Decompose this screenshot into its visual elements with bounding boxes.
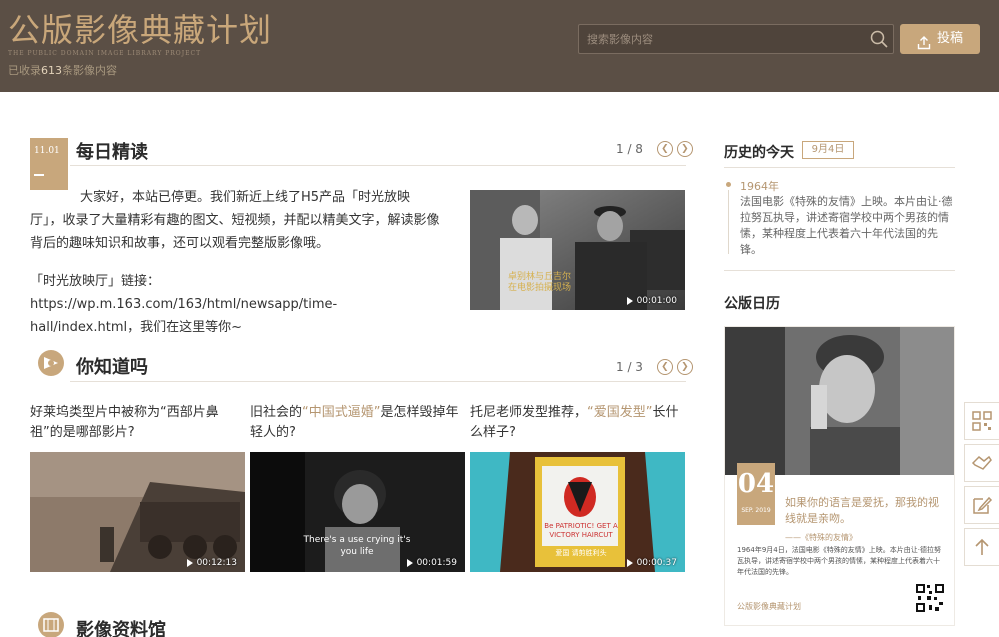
count-prefix: 已收录	[8, 64, 41, 77]
play-icon	[626, 559, 633, 567]
dyk-duration-text: 00:12:13	[196, 558, 237, 568]
daily-video-caption: 卓别林与丘吉尔 在电影拍摄现场	[508, 272, 572, 293]
dyk-item-title-1[interactable]: 好莱坞类型片中被称为“西部片鼻祖”的是哪部影片?	[30, 403, 236, 443]
history-date-tag: 9月4日	[802, 141, 854, 159]
daily-video-thumbnail[interactable]: 卓别林与丘吉尔 在电影拍摄现场 00:01:00	[470, 190, 685, 310]
history-divider	[724, 167, 955, 168]
timeline-line	[728, 190, 729, 254]
play-icon	[186, 559, 193, 567]
calendar-card[interactable]: 04 SEP. 2019 如果你的语言是爱抚，那我的视线就是亲吻。 ——《特殊的…	[724, 326, 955, 626]
dyk-divider	[70, 381, 686, 382]
dyk-duration-2: 00:01:59	[406, 558, 457, 568]
daily-duration-text: 00:01:00	[636, 296, 677, 306]
site-logo-subtitle: THE PUBLIC DOMAIN IMAGE LIBRARY PROJECT	[8, 50, 202, 57]
dyk-item-highlight: “爱国发型”	[587, 405, 653, 420]
dyk-video-subtitle: There's a use crying it's you life	[303, 535, 411, 557]
upload-label: 投稿	[936, 31, 963, 46]
daily-video-duration: 00:01:00	[626, 296, 677, 306]
archive-section-title: 影像资料馆	[76, 620, 166, 637]
collection-count: 已收录613条影像内容	[8, 62, 117, 78]
site-logo-title[interactable]: 公版影像典藏计划	[8, 12, 272, 48]
dyk-item-text: 好莱坞类型片中被称为“西部片鼻祖”的是哪部影片?	[30, 405, 219, 440]
search-icon[interactable]	[869, 29, 889, 49]
calendar-quote: 如果你的语言是爱抚，那我的视线就是亲吻。	[785, 496, 939, 525]
calendar-month: SEP. 2019	[741, 507, 771, 514]
count-value: 613	[41, 64, 62, 77]
dyk-duration-text: 00:00:37	[636, 558, 677, 568]
dyk-poster-text: Be PATRIOTIC! GET A VICTORY HAIRCUT	[544, 522, 618, 539]
calendar-photo	[725, 327, 954, 475]
site-header: 公版影像典藏计划 THE PUBLIC DOMAIN IMAGE LIBRARY…	[0, 0, 999, 92]
search-box	[578, 24, 894, 54]
history-bottom-divider	[724, 270, 955, 271]
daily-date-badge: 11.01	[30, 138, 68, 190]
float-back-to-top-button[interactable]	[964, 528, 999, 566]
history-section-title: 历史的今天	[724, 145, 794, 161]
daily-divider	[70, 165, 686, 166]
daily-prev-button[interactable]: ❮	[656, 141, 673, 157]
daily-section-title: 每日精读	[76, 142, 148, 163]
film-camera-icon	[36, 348, 66, 378]
dyk-page-indicator: 1 / 3	[616, 360, 643, 374]
handshake-icon	[971, 455, 992, 470]
history-year: 1964年	[740, 180, 779, 193]
timeline-dot	[726, 182, 731, 187]
calendar-section-title: 公版日历	[724, 296, 780, 312]
float-feedback-button[interactable]	[964, 486, 999, 524]
calendar-description: 1964年9月4日，法国电影《特殊的友情》上映。本片由让·德拉努瓦执导，讲述寄宿…	[737, 546, 941, 576]
dyk-item-thumbnail-1[interactable]: 00:12:13	[30, 452, 245, 572]
edit-icon	[973, 496, 993, 514]
play-icon	[406, 559, 413, 567]
float-qr-button[interactable]	[964, 402, 999, 440]
daily-page-indicator: 1 / 8	[616, 142, 643, 156]
upload-icon	[917, 32, 931, 50]
dyk-duration-1: 00:12:13	[186, 558, 237, 568]
badge-divider	[34, 174, 44, 176]
upload-button[interactable]: 投稿	[900, 24, 980, 54]
qr-code-icon	[915, 583, 945, 613]
dyk-pager: 1 / 3 ❮ ❯	[616, 359, 693, 375]
dyk-item-text: 托尼老师发型推荐，	[470, 405, 588, 420]
qr-code-icon	[972, 411, 992, 431]
dyk-prev-button[interactable]: ❮	[656, 359, 673, 375]
count-suffix: 条影像内容	[62, 64, 117, 77]
calendar-day: 04	[737, 469, 775, 499]
dyk-item-title-3[interactable]: 托尼老师发型推荐，“爱国发型”长什么样子?	[470, 403, 685, 443]
calendar-day-box: 04 SEP. 2019	[737, 463, 775, 525]
dyk-item-thumbnail-3[interactable]: Be PATRIOTIC! GET A VICTORY HAIRCUT 爱国 请…	[470, 452, 685, 572]
dyk-duration-text: 00:01:59	[416, 558, 457, 568]
calendar-brand: 公版影像典藏计划	[737, 602, 801, 611]
float-cooperate-button[interactable]	[964, 444, 999, 482]
calendar-quote-source: ——《特殊的友情》	[785, 533, 857, 542]
back-to-top-icon	[975, 538, 989, 555]
dyk-duration-3: 00:00:37	[626, 558, 677, 568]
film-reel-icon	[36, 610, 66, 637]
dyk-section-title: 你知道吗	[76, 357, 148, 378]
dyk-next-button[interactable]: ❯	[676, 359, 693, 375]
dyk-poster-cn: 爱国 请剪胜利头	[555, 549, 607, 557]
daily-paragraph-1: 大家好，本站已停更。我们新近上线了H5产品「时光放映厅」，收录了大量精彩有趣的图…	[30, 190, 440, 251]
history-text[interactable]: 法国电影《特殊的友情》上映。本片由让·德拉努瓦执导，讲述寄宿学校中两个男孩的情愫…	[740, 194, 956, 258]
daily-badge-date: 11.01	[34, 146, 60, 156]
search-input[interactable]	[579, 25, 863, 53]
dyk-item-thumbnail-2[interactable]: There's a use crying it's you life 00:01…	[250, 452, 465, 572]
dyk-item-title-2[interactable]: 旧社会的“中国式逼婚”是怎样毁掉年轻人的?	[250, 403, 460, 443]
dyk-item-text: 旧社会的	[250, 405, 303, 420]
daily-pager: 1 / 8 ❮ ❯	[616, 141, 693, 157]
daily-next-button[interactable]: ❯	[676, 141, 693, 157]
play-icon	[626, 297, 633, 305]
daily-paragraph-2[interactable]: 「时光放映厅」链接：https://wp.m.163.com/163/html/…	[30, 270, 442, 339]
dyk-item-highlight: “中国式逼婚”	[302, 405, 381, 420]
